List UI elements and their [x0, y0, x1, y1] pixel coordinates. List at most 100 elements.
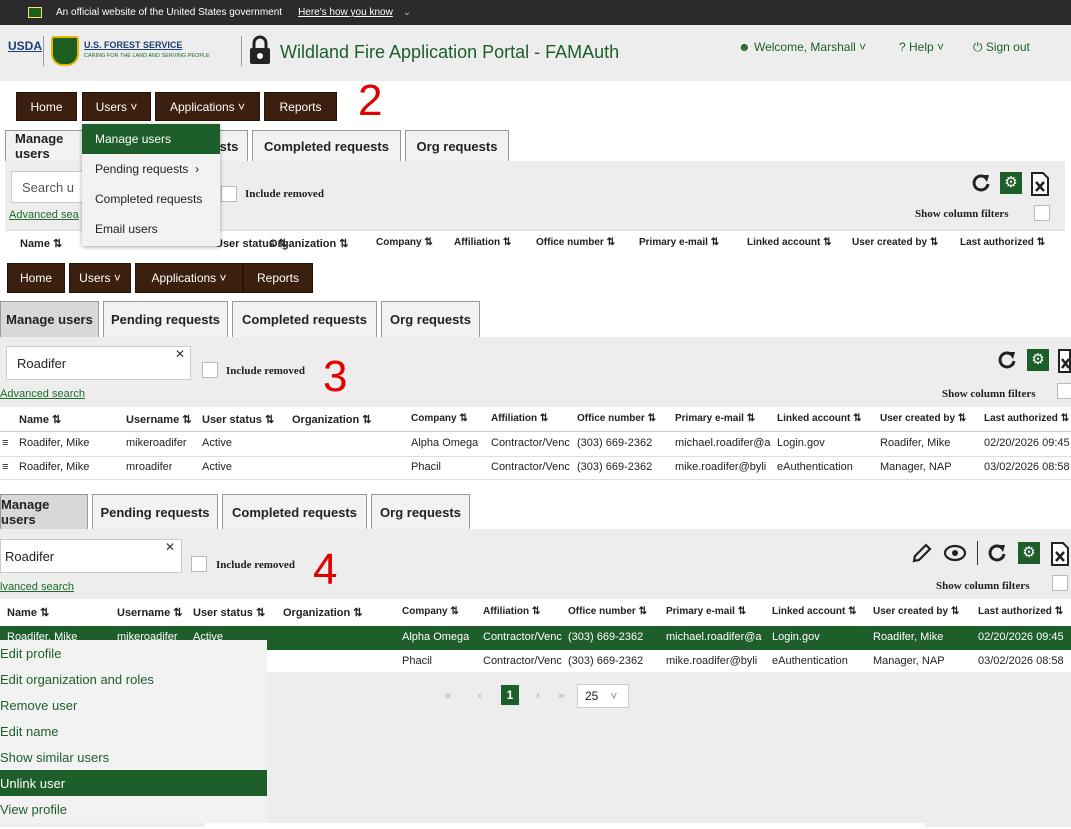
- advanced-search-link[interactable]: lvanced search: [0, 581, 74, 593]
- edit-pencil-icon[interactable]: [910, 541, 934, 565]
- col-affiliation[interactable]: Affiliation ⇅: [454, 237, 511, 248]
- advanced-search-link[interactable]: Advanced search: [0, 388, 85, 400]
- col-company[interactable]: Company ⇅: [402, 606, 459, 617]
- page-size-select[interactable]: 25 ˅: [577, 684, 629, 708]
- tab-manage-users[interactable]: Manage users: [0, 301, 99, 337]
- row-menu-icon[interactable]: ≡: [2, 461, 8, 473]
- clear-search-icon[interactable]: ✕: [165, 540, 175, 554]
- row-menu-icon[interactable]: ≡: [2, 437, 8, 449]
- menu-item-manage-users[interactable]: Manage users: [82, 124, 220, 154]
- menu-item-edit-name[interactable]: Edit name: [0, 718, 267, 744]
- col-linked-account[interactable]: Linked account ⇅: [747, 237, 832, 248]
- menu-item-email-users[interactable]: Email users: [82, 214, 220, 244]
- nav-applications[interactable]: Applications ˅: [135, 263, 243, 293]
- tab-completed-requests[interactable]: Completed requests: [252, 130, 401, 161]
- view-eye-icon[interactable]: [942, 542, 968, 564]
- include-removed-checkbox[interactable]: [191, 556, 207, 572]
- pagination-current-page[interactable]: 1: [501, 685, 519, 705]
- excel-export-icon[interactable]: [1050, 542, 1070, 566]
- heres-how-you-know-link[interactable]: Here's how you know: [298, 7, 393, 18]
- chevron-down-icon[interactable]: ⌄: [403, 7, 411, 18]
- menu-item-edit-organization-and-roles[interactable]: Edit organization and roles: [0, 666, 267, 692]
- col-primary-email[interactable]: Primary e-mail ⇅: [639, 237, 719, 248]
- col-linked-account[interactable]: Linked account ⇅: [777, 413, 862, 424]
- advanced-search-link[interactable]: Advanced sea: [9, 209, 79, 221]
- tab-pending-requests[interactable]: Pending requests: [103, 301, 228, 337]
- col-last-authorized[interactable]: Last authorized ⇅: [978, 606, 1071, 617]
- welcome-menu[interactable]: ☻ Welcome, Marshall ˅: [738, 40, 866, 54]
- col-user-status[interactable]: User status ⇅: [193, 606, 265, 619]
- col-name[interactable]: Name ⇅: [7, 606, 49, 619]
- col-username[interactable]: Username ⇅: [126, 413, 191, 426]
- col-office-number[interactable]: Office number ⇅: [577, 413, 656, 424]
- search-input[interactable]: Roadifer: [6, 346, 191, 380]
- clear-search-icon[interactable]: ✕: [175, 347, 185, 361]
- help-menu[interactable]: ? Help ˅: [899, 40, 944, 54]
- menu-item-edit-profile[interactable]: Edit profile: [0, 640, 267, 666]
- col-organization[interactable]: Organization ⇅: [292, 413, 372, 426]
- nav-home[interactable]: Home: [7, 263, 65, 293]
- col-last-authorized[interactable]: Last authorized ⇅: [960, 237, 1045, 248]
- show-column-filters-checkbox[interactable]: [1057, 383, 1071, 399]
- tab-org-requests[interactable]: Org requests: [371, 494, 470, 529]
- menu-item-show-similar-users[interactable]: Show similar users: [0, 744, 267, 770]
- pagination-last[interactable]: »: [558, 690, 564, 702]
- excel-export-icon[interactable]: [1057, 349, 1071, 373]
- show-column-filters-checkbox[interactable]: [1052, 575, 1068, 591]
- col-company[interactable]: Company ⇅: [376, 237, 433, 248]
- col-user-status[interactable]: User status ⇅: [202, 413, 274, 426]
- tab-manage-users[interactable]: Manage users: [5, 130, 90, 161]
- menu-item-completed-requests[interactable]: Completed requests: [82, 184, 220, 214]
- refresh-icon[interactable]: [986, 542, 1008, 564]
- pagination-prev[interactable]: ‹: [478, 690, 482, 702]
- usda-logo[interactable]: USDA: [8, 39, 42, 53]
- settings-gear-icon[interactable]: ⚙: [1000, 172, 1022, 194]
- search-input[interactable]: Roadifer: [0, 539, 182, 573]
- nav-users[interactable]: Users ˅: [82, 92, 151, 121]
- tab-completed-requests[interactable]: Completed requests: [232, 301, 377, 337]
- menu-item-unlink-user[interactable]: Unlink user: [0, 770, 267, 796]
- excel-export-icon[interactable]: [1030, 172, 1050, 196]
- tab-completed-requests[interactable]: Completed requests: [222, 494, 367, 529]
- col-organization[interactable]: Organization ⇅: [283, 606, 363, 619]
- col-organization[interactable]: Organization ⇅: [269, 237, 349, 250]
- refresh-icon[interactable]: [996, 349, 1018, 371]
- show-column-filters-checkbox[interactable]: [1034, 205, 1050, 221]
- pagination-next[interactable]: ›: [536, 690, 540, 702]
- pagination-first[interactable]: «: [445, 690, 451, 702]
- settings-gear-icon[interactable]: ⚙: [1027, 349, 1049, 371]
- menu-item-remove-user[interactable]: Remove user: [0, 692, 267, 718]
- settings-gear-icon[interactable]: ⚙: [1018, 542, 1040, 564]
- menu-item-view-profile[interactable]: View profile: [0, 796, 267, 822]
- include-removed-checkbox[interactable]: [202, 362, 218, 378]
- menu-item-pending-requests[interactable]: Pending requests ›: [82, 154, 220, 184]
- forest-service-shield-icon[interactable]: [51, 36, 79, 66]
- col-user-created-by[interactable]: User created by ⇅: [880, 413, 966, 424]
- tab-org-requests[interactable]: Org requests: [405, 130, 509, 161]
- tab-org-requests[interactable]: Org requests: [381, 301, 480, 337]
- nav-home[interactable]: Home: [16, 92, 77, 121]
- col-user-created-by[interactable]: User created by ⇅: [852, 237, 938, 248]
- col-primary-email[interactable]: Primary e-mail ⇅: [675, 413, 755, 424]
- col-affiliation[interactable]: Affiliation ⇅: [483, 606, 540, 617]
- col-name[interactable]: Name ⇅: [20, 237, 62, 250]
- refresh-icon[interactable]: [970, 172, 992, 194]
- col-last-authorized[interactable]: Last authorized ⇅: [984, 413, 1071, 424]
- nav-users[interactable]: Users ˅: [69, 263, 131, 293]
- sign-out-link[interactable]: ⏻ Sign out: [973, 40, 1030, 55]
- include-removed-checkbox[interactable]: [221, 186, 237, 202]
- col-username[interactable]: Username ⇅: [117, 606, 182, 619]
- nav-reports[interactable]: Reports: [264, 92, 337, 121]
- col-company[interactable]: Company ⇅: [411, 413, 468, 424]
- nav-reports[interactable]: Reports: [243, 263, 313, 293]
- col-name[interactable]: Name ⇅: [19, 413, 61, 426]
- col-office-number[interactable]: Office number ⇅: [568, 606, 647, 617]
- col-user-created-by[interactable]: User created by ⇅: [873, 606, 959, 617]
- col-primary-email[interactable]: Primary e-mail ⇅: [666, 606, 746, 617]
- col-office-number[interactable]: Office number ⇅: [536, 237, 615, 248]
- search-input[interactable]: Search u: [11, 171, 91, 203]
- tab-manage-users[interactable]: Manage users: [0, 494, 88, 529]
- tab-pending-requests[interactable]: Pending requests: [92, 494, 218, 529]
- nav-applications[interactable]: Applications ˅: [155, 92, 260, 121]
- forest-service-link[interactable]: U.S. FOREST SERVICE: [84, 40, 182, 50]
